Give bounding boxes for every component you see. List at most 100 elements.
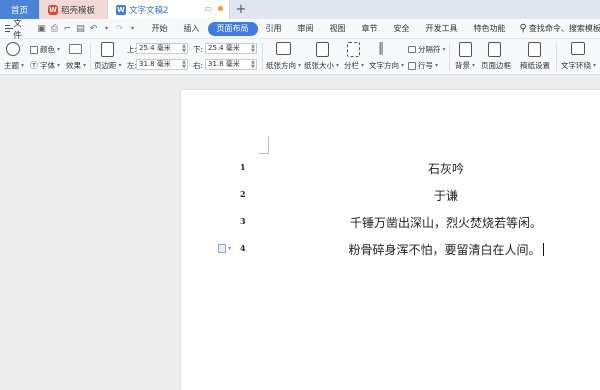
spinner-icon[interactable]: ▲ ▼	[251, 44, 255, 54]
right-margin-value: 31.8 毫米	[208, 60, 240, 68]
text-cursor	[542, 243, 544, 256]
document-line[interactable]: 3 千锤万凿出深山，烈火焚烧若等闲。	[181, 214, 600, 230]
paragraph-icon	[218, 244, 226, 253]
bottom-margin-value: 25.4 毫米	[208, 44, 240, 52]
menu-item-chapter[interactable]: 章节	[354, 22, 386, 36]
more-icon[interactable]: ▾	[128, 25, 138, 32]
spinner-icon[interactable]: ▲ ▼	[251, 60, 255, 70]
text-wrap-icon[interactable]	[571, 42, 585, 55]
background-button[interactable]: 背景 ▾	[455, 60, 475, 71]
document-line[interactable]: 1 石灰吟	[181, 160, 600, 176]
left-margin-input[interactable]: 31.8 毫米 ▲ ▼	[136, 59, 188, 70]
command-search[interactable]: ⚲ 查找命令、搜索模板	[514, 23, 600, 34]
margins-button[interactable]: 页边距 ▾	[94, 60, 122, 71]
tab-document-label: 文字文稿2	[129, 5, 169, 16]
fonts-icon: Ⓣ	[30, 61, 38, 70]
document-line[interactable]: ▾ 4 粉骨碎身浑不怕，要留清白在人间。	[181, 241, 600, 257]
line-text[interactable]: 千锤万凿出深山，烈火焚烧若等闲。	[331, 214, 561, 231]
quick-access-toolbar: ▣ ⎙ ⌐ ▤ ↶ ▾ ↷ ▾	[31, 24, 144, 34]
spinner-icon[interactable]: ▲ ▼	[182, 60, 186, 70]
hamburger-icon	[5, 25, 14, 32]
separator-button[interactable]: 分隔符 ▾	[408, 44, 446, 55]
colors-label: 颜色	[40, 45, 55, 54]
menu-item-page-layout[interactable]: 页面布局	[207, 21, 258, 36]
menu-item-developer[interactable]: 开发工具	[418, 22, 466, 36]
menu-item-view[interactable]: 视图	[322, 22, 354, 36]
menu-item-insert[interactable]: 插入	[176, 22, 208, 36]
text-direction-label: 文字方向	[369, 61, 399, 70]
print-preview-icon[interactable]: ⎙	[50, 24, 60, 34]
orientation-icon[interactable]	[276, 42, 291, 55]
bottom-margin-input[interactable]: 25.4 毫米 ▲ ▼	[205, 43, 257, 54]
columns-button[interactable]: 分栏 ▾	[344, 60, 364, 71]
menu-item-review[interactable]: 审阅	[290, 22, 322, 36]
theme-button[interactable]: 主题 ▾	[4, 60, 24, 71]
line-text-active[interactable]: 粉骨碎身浑不怕，要留清白在人间。	[331, 241, 561, 258]
undo-dropdown-icon[interactable]: ▾	[102, 25, 112, 32]
line-numbers-button[interactable]: 行号 ▾	[408, 60, 438, 71]
ribbon-divider	[90, 43, 91, 71]
spinner-icon[interactable]: ▲ ▼	[182, 44, 186, 54]
tab-bar: 首页 W 稻壳模板 W 文字文稿2 ▭ +	[0, 0, 600, 19]
paper-size-icon[interactable]	[316, 42, 329, 57]
page-border-icon[interactable]	[488, 42, 501, 57]
file-menu-button[interactable]: 文件	[0, 17, 31, 41]
wps-logo-icon: W	[48, 4, 58, 15]
left-margin-value: 31.8 毫米	[139, 60, 171, 68]
paper-size-button[interactable]: 纸张大小 ▾	[304, 60, 339, 71]
background-label: 背景	[455, 61, 470, 70]
window-restore-icon[interactable]: ▭	[204, 4, 212, 13]
separator-label: 分隔符	[418, 45, 441, 54]
format-painter-icon[interactable]: ⌐	[63, 24, 73, 34]
ribbon-divider	[449, 43, 450, 71]
right-margin-input[interactable]: 31.8 毫米 ▲ ▼	[205, 59, 257, 70]
search-icon: ⚲	[519, 23, 527, 34]
page-border-button[interactable]: 页面边框	[481, 60, 511, 71]
document-line[interactable]: 2 于谦	[181, 187, 600, 203]
menu-item-security[interactable]: 安全	[386, 22, 418, 36]
line-text[interactable]: 于谦	[331, 187, 561, 204]
line-number: 3	[240, 216, 246, 226]
columns-icon[interactable]	[347, 42, 360, 57]
top-margin-input[interactable]: 25.4 毫米 ▲ ▼	[136, 43, 188, 54]
tab-document[interactable]: W 文字文稿2 ▭	[108, 0, 230, 19]
fonts-button[interactable]: Ⓣ 字体 ▾	[30, 60, 60, 71]
margins-icon[interactable]	[101, 42, 114, 57]
background-icon[interactable]	[459, 42, 472, 57]
line-text[interactable]: 石灰吟	[331, 160, 561, 177]
menu-item-references[interactable]: 引用	[258, 22, 290, 36]
undo-icon[interactable]: ↶	[89, 24, 99, 34]
menu-bar: 文件 ▣ ⎙ ⌐ ▤ ↶ ▾ ↷ ▾ 开始 插入 页面布局 引用 审阅 视图 章…	[0, 17, 600, 41]
ribbon-divider	[262, 43, 263, 71]
line-number: 2	[240, 189, 246, 199]
tab-wps-templates-label: 稻壳模板	[61, 5, 96, 16]
effects-button[interactable]: 效果 ▾	[66, 60, 86, 71]
colors-button[interactable]: 颜色 ▾	[30, 44, 60, 55]
new-tab-button[interactable]: +	[230, 0, 252, 19]
ribbon-divider	[556, 43, 557, 71]
orientation-label: 纸张方向	[266, 61, 296, 70]
menu-item-start[interactable]: 开始	[144, 22, 176, 36]
document-page[interactable]: 1 石灰吟 2 于谦 3 千锤万凿出深山，烈火焚烧若等闲。 ▾ 4 粉骨碎身浑不…	[181, 90, 600, 390]
save-icon[interactable]: ▣	[37, 24, 47, 34]
line-numbers-icon	[408, 61, 416, 70]
page-border-label: 页面边框	[481, 61, 511, 70]
margin-corner-mark	[259, 137, 269, 154]
text-direction-icon[interactable]: ∥	[378, 41, 385, 56]
orientation-button[interactable]: 纸张方向 ▾	[266, 60, 301, 71]
fonts-label: 字体	[40, 61, 55, 70]
paper-size-label: 纸张大小	[304, 61, 334, 70]
theme-icon[interactable]	[6, 42, 20, 56]
text-wrap-button[interactable]: 文字环绕 ▾	[561, 60, 596, 71]
effects-icon[interactable]	[69, 44, 82, 54]
line-numbers-label: 行号	[418, 61, 433, 70]
manuscript-icon[interactable]	[528, 42, 541, 57]
redo-icon[interactable]: ↷	[115, 24, 125, 34]
tab-wps-templates[interactable]: W 稻壳模板	[40, 0, 108, 19]
print-icon[interactable]: ▤	[76, 24, 86, 34]
manuscript-button[interactable]: 稿纸设置	[520, 60, 550, 71]
paragraph-handle[interactable]: ▾	[218, 244, 231, 253]
menu-item-special[interactable]: 特色功能	[466, 22, 514, 36]
text-direction-button[interactable]: 文字方向 ▾	[369, 60, 404, 71]
manuscript-label: 稿纸设置	[520, 61, 550, 70]
